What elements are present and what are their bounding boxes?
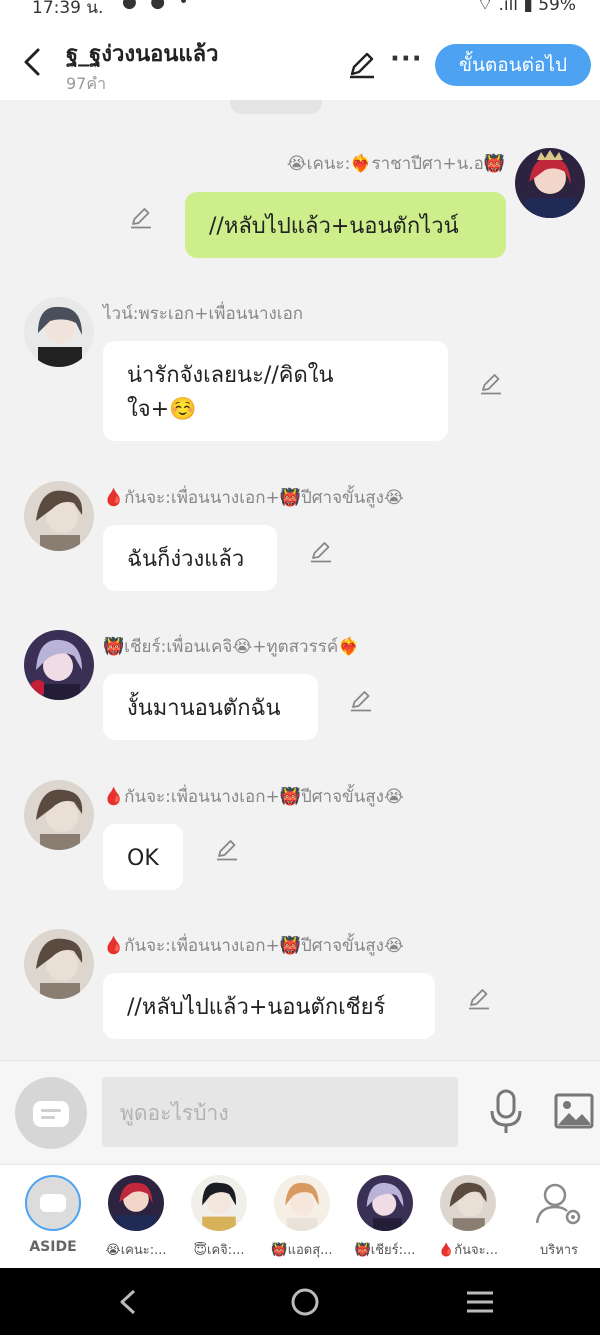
speaker-name: 😭เคนะ:❤️‍🔥ราชาปีศา+น.อ👹	[286, 154, 505, 174]
aside-icon	[25, 1175, 81, 1231]
pencil-icon	[131, 208, 151, 229]
pencil-icon	[311, 542, 331, 563]
pencil-icon	[481, 374, 501, 395]
message-text: น่ารักจังเลยนะ//คิดใน	[127, 363, 334, 388]
members-bar: ASIDE 😭เคนะ:... 😇เคจิ:... 👹แอดสุ... 👹เชี…	[0, 1164, 600, 1268]
avatar-kanja[interactable]	[24, 929, 94, 999]
member-label: 🩸กันจะ...	[438, 1243, 498, 1258]
manage-members-button[interactable]: บริหาร	[519, 1175, 599, 1260]
signal-icon: .ıll	[498, 0, 519, 15]
system-nav-bar	[0, 1268, 600, 1335]
message-text: //หลับไปแล้ว+นอนตักเชียร์	[127, 995, 386, 1020]
member-label: 👹แอดสุ...	[271, 1243, 333, 1258]
user-settings-icon	[531, 1175, 587, 1231]
avatar-kanja[interactable]	[24, 780, 94, 850]
pencil-icon	[350, 52, 374, 79]
edit-title-button[interactable]	[346, 48, 378, 80]
nav-back-icon[interactable]	[116, 1288, 140, 1316]
pencil-icon	[351, 691, 371, 712]
avatar-cheer[interactable]	[24, 630, 94, 700]
member-keji[interactable]: 😇เคจิ:...	[179, 1175, 259, 1260]
microphone-button[interactable]	[488, 1089, 524, 1135]
edit-message-button[interactable]	[348, 687, 374, 713]
speaker-name: 🩸กันจะ:เพื่อนนางเอก+👹ปีศาจขั้นสูง😭	[103, 488, 404, 508]
more-options-icon[interactable]: ···	[390, 44, 423, 74]
avatar	[108, 1175, 164, 1231]
member-kena[interactable]: 😭เคนะ:...	[96, 1175, 176, 1260]
speaker-name: 🩸กันจะ:เพื่อนนางเอก+👹ปีศาจขั้นสูง😭	[103, 787, 404, 807]
pencil-icon	[217, 840, 237, 861]
message-text: ใจ+☺️	[127, 397, 197, 422]
battery-level: 59%	[538, 0, 576, 15]
aside-icon	[33, 1101, 69, 1127]
avatar-kanja[interactable]	[24, 481, 94, 551]
member-label: บริหาร	[539, 1243, 579, 1258]
chat-area[interactable]: 😭เคนะ:❤️‍🔥ราชาปีศา+น.อ👹 //หลับไปแล้ว+นอน…	[0, 100, 600, 1060]
message-text: ฉันก็ง่วงแล้ว	[127, 547, 245, 572]
edit-message-button[interactable]	[478, 370, 504, 396]
avatar	[191, 1175, 247, 1231]
edit-message-button[interactable]	[214, 836, 240, 862]
edit-message-button[interactable]	[128, 204, 154, 230]
status-time: 17:39 น.	[32, 0, 104, 18]
message-text: //หลับไปแล้ว+นอนตักไวน์	[209, 214, 459, 239]
image-icon	[554, 1093, 594, 1129]
message-text: งั้นมานอนตักฉัน	[127, 696, 281, 721]
composer-bar: พูดอะไรบ้าง	[0, 1060, 600, 1163]
status-bar: 17:39 น. ● ● • ⌔ .ıll ▮ 59%	[0, 0, 600, 22]
next-step-button[interactable]: ขั้นตอนต่อไป	[435, 44, 591, 86]
notification-icons: ● ● •	[122, 0, 193, 12]
avatar	[440, 1175, 496, 1231]
pencil-icon	[469, 989, 489, 1010]
microphone-icon	[490, 1089, 522, 1133]
wifi-icon: ⌔	[477, 0, 494, 15]
word-count: 97คำ	[66, 74, 107, 93]
message-input[interactable]: พูดอะไรบ้าง	[102, 1077, 458, 1147]
member-label: 😇เคจิ:...	[193, 1243, 245, 1258]
avatar-wine[interactable]	[24, 297, 94, 367]
member-label: 👹เชียร์:...	[354, 1243, 416, 1258]
member-cheer[interactable]: 👹เชียร์:...	[345, 1175, 425, 1260]
message-bubble[interactable]: //หลับไปแล้ว+นอนตักเชียร์	[103, 973, 435, 1039]
battery-icon: ▮	[523, 0, 533, 15]
edit-message-button[interactable]	[308, 538, 334, 564]
message-text: OK	[127, 846, 159, 871]
chat-header: ฐ_ฐง่วงนอนแล้ว 97คำ ··· ขั้นตอนต่อไป	[0, 22, 600, 100]
member-label: 😭เคนะ:...	[105, 1243, 167, 1258]
avatar	[357, 1175, 413, 1231]
message-bubble[interactable]: น่ารักจังเลยนะ//คิดใน ใจ+☺️	[103, 341, 448, 441]
nav-menu-icon[interactable]	[465, 1290, 495, 1314]
nav-home-icon[interactable]	[289, 1286, 321, 1318]
scroll-indicator	[230, 100, 322, 114]
speaker-name: 👹เชียร์:เพื่อนเคจิ😭+ทูตสวรรค์❤️‍🔥	[103, 637, 360, 657]
avatar	[274, 1175, 330, 1231]
message-bubble[interactable]: ฉันก็ง่วงแล้ว	[103, 525, 277, 591]
message-bubble[interactable]: งั้นมานอนตักฉัน	[103, 674, 318, 740]
chat-title: ฐ_ฐง่วงนอนแล้ว	[66, 42, 219, 67]
message-bubble[interactable]: //หลับไปแล้ว+นอนตักไวน์	[185, 192, 506, 258]
speaker-name: ไวน์:พระเอก+เพื่อนนางเอก	[103, 304, 304, 324]
avatar-kena[interactable]	[515, 148, 585, 218]
status-right: ⌔ .ıll ▮ 59%	[477, 0, 576, 15]
image-button[interactable]	[554, 1093, 594, 1129]
member-kanja[interactable]: 🩸กันจะ...	[428, 1175, 508, 1260]
chevron-left-icon	[24, 48, 40, 76]
speaker-name: 🩸กันจะ:เพื่อนนางเอก+👹ปีศาจขั้นสูง😭	[103, 936, 404, 956]
aside-toggle-button[interactable]	[15, 1077, 87, 1149]
member-label: ASIDE	[29, 1239, 77, 1255]
message-bubble[interactable]: OK	[103, 824, 183, 890]
back-button[interactable]	[18, 42, 48, 82]
member-aside[interactable]: ASIDE	[13, 1175, 93, 1255]
member-admin[interactable]: 👹แอดสุ...	[262, 1175, 342, 1260]
edit-message-button[interactable]	[466, 985, 492, 1011]
